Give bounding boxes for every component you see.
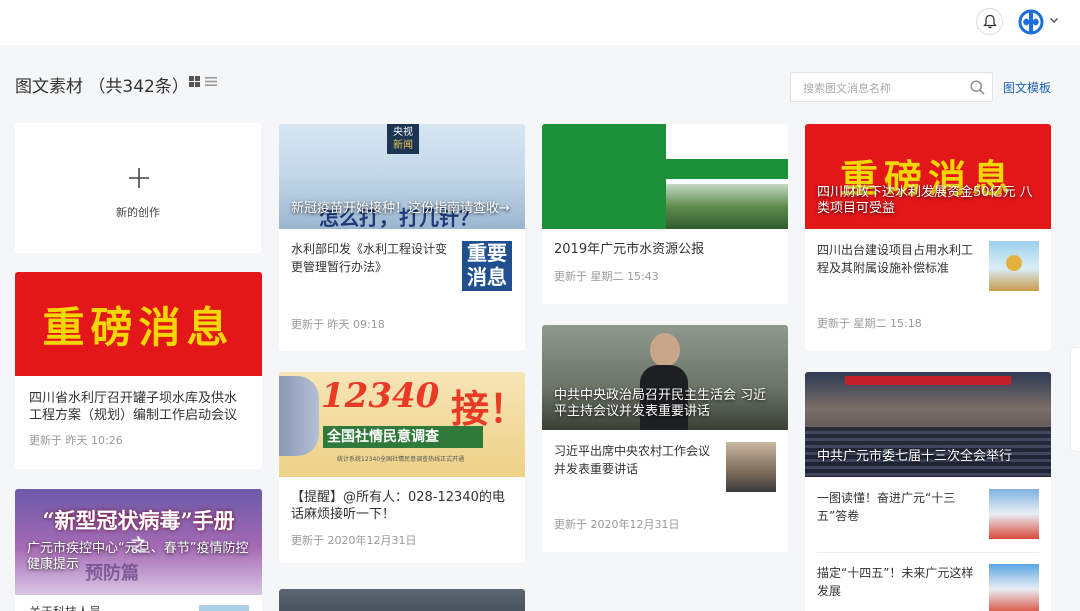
article-cover: 重磅消息 四川财政下达水利发展资金50亿元 八类项目可受益 bbox=[805, 124, 1051, 229]
article-cover bbox=[279, 589, 525, 611]
update-time: 更新于 星期二 15:43 bbox=[554, 270, 659, 283]
news-badge: 央视 新闻 bbox=[387, 124, 419, 154]
top-bar bbox=[0, 0, 1080, 45]
search-input[interactable] bbox=[803, 79, 963, 97]
article-card[interactable]: 重磅消息 四川省水利厅召开罐子坝水库及供水工程方案（规划）编制工作启动会议 更新… bbox=[15, 272, 262, 469]
phone-image bbox=[279, 376, 319, 456]
side-scroll-tab[interactable] bbox=[1070, 347, 1080, 452]
article-sub-title: 水利部印发《水利工程设计变更管理暂行办法》 bbox=[291, 242, 448, 274]
cover-text: 统计系统12340全国社情民意调查热线正式开通 bbox=[337, 456, 465, 463]
divider bbox=[817, 552, 1039, 553]
article-cover: 中共广元市委七届十三次全会举行 bbox=[805, 372, 1051, 477]
article-card[interactable]: 12340 接！ 全国社情民意调查 统计系统12340全国社情民意调查热线正式开… bbox=[279, 372, 525, 563]
article-cover: 央视 新闻 怎么打，打几针？ 新冠疫苗开始接种！这份指南请查收→ bbox=[279, 124, 525, 229]
article-card[interactable]: 2019年广元市水资源公报 更新于 星期二 15:43 bbox=[542, 124, 788, 304]
cover-text: 全国社情民意调查 bbox=[323, 426, 483, 448]
article-card[interactable] bbox=[279, 589, 525, 611]
thumb-text: 重要 bbox=[467, 241, 507, 265]
article-card[interactable]: 重磅消息 四川财政下达水利发展资金50亿元 八类项目可受益 四川出台建设项目占用… bbox=[805, 124, 1051, 351]
notification-bell-button[interactable] bbox=[976, 8, 1003, 35]
article-thumbnail bbox=[989, 564, 1039, 611]
cover-text: 12340 bbox=[321, 376, 440, 416]
article-cover: 重磅消息 bbox=[15, 272, 262, 376]
news-badge-line: 新闻 bbox=[393, 140, 413, 151]
search-icon[interactable] bbox=[970, 80, 985, 95]
new-creation-label: 新的创作 bbox=[116, 206, 160, 219]
article-cover: 12340 接！ 全国社情民意调查 统计系统12340全国社情民意调查热线正式开… bbox=[279, 372, 525, 477]
search-box bbox=[790, 72, 993, 102]
update-time: 更新于 2020年12月31日 bbox=[291, 534, 417, 547]
article-card[interactable]: “新型冠状病毒”手册 之 预防篇 广元市疾控中心“元旦、春节”疫情防控健康提示 … bbox=[15, 489, 262, 611]
cover-text: 接！ bbox=[451, 386, 525, 431]
article-card[interactable]: 中共广元市委七届十三次全会举行 一图读懂！奋进广元“十三五”答卷 描定“十四五”… bbox=[805, 372, 1051, 611]
cover-green-stripe bbox=[666, 159, 788, 179]
article-title: 中共中央政治局召开民主生活会 习近平主持会议并发表重要讲话 bbox=[554, 388, 767, 419]
cover-green-band bbox=[542, 124, 666, 229]
stage-banner bbox=[845, 376, 1011, 385]
article-title: 四川财政下达水利发展资金50亿元 八类项目可受益 bbox=[817, 185, 1033, 216]
template-link[interactable]: 图文模板 bbox=[1003, 79, 1051, 96]
plus-icon bbox=[129, 168, 149, 188]
article-title: 广元市疾控中心“元旦、春节”疫情防控健康提示 bbox=[27, 541, 249, 572]
article-card[interactable]: 央视 新闻 怎么打，打几针？ 新冠疫苗开始接种！这份指南请查收→ 水利部印发《水… bbox=[279, 124, 525, 351]
list-view-icon[interactable] bbox=[205, 76, 217, 87]
article-thumbnail: 重要 消息 bbox=[462, 241, 512, 291]
article-card[interactable]: 中共中央政治局召开民主生活会 习近平主持会议并发表重要讲话 习近平出席中央农村工… bbox=[542, 325, 788, 552]
article-title: 新冠疫苗开始接种！这份指南请查收→ bbox=[291, 201, 510, 216]
user-avatar[interactable] bbox=[1018, 9, 1044, 35]
article-sub-title: 一图读懂！奋进广元“十三五”答卷 bbox=[817, 491, 956, 523]
update-time: 更新于 星期二 15:18 bbox=[817, 317, 922, 330]
update-time: 更新于 昨天 09:18 bbox=[291, 318, 385, 331]
article-cover: 中共中央政治局召开民主生活会 习近平主持会议并发表重要讲话 bbox=[542, 325, 788, 430]
update-time: 更新于 昨天 10:26 bbox=[29, 434, 123, 447]
article-sub-title: 四川出台建设项目占用水利工程及其附属设施补偿标准 bbox=[817, 243, 974, 275]
bell-icon bbox=[982, 14, 997, 29]
article-sub-title: 习近平出席中央农村工作会议并发表重要讲话 bbox=[554, 444, 711, 476]
update-time: 更新于 2020年12月31日 bbox=[554, 518, 680, 531]
new-creation-card[interactable]: 新的创作 bbox=[15, 123, 261, 253]
chevron-down-icon[interactable] bbox=[1048, 14, 1060, 26]
cover-landscape bbox=[666, 184, 788, 229]
article-cover: “新型冠状病毒”手册 之 预防篇 广元市疾控中心“元旦、春节”疫情防控健康提示 bbox=[15, 489, 262, 595]
article-title: 四川省水利厅召开罐子坝水库及供水工程方案（规划）编制工作启动会议 bbox=[29, 391, 238, 423]
article-cover bbox=[542, 124, 788, 229]
brand-logo-icon bbox=[1018, 9, 1044, 35]
article-title: 【提醒】@所有人：028-12340的电话麻烦接听一下！ bbox=[291, 490, 505, 522]
article-thumbnail bbox=[989, 489, 1039, 539]
article-thumbnail bbox=[726, 442, 776, 492]
headline-banner-image: 重磅消息 bbox=[15, 272, 262, 376]
view-toggle bbox=[189, 76, 217, 87]
article-thumbnail bbox=[989, 241, 1039, 291]
news-badge-line: 央视 bbox=[393, 127, 413, 138]
article-title: 中共广元市委七届十三次全会举行 bbox=[817, 449, 1013, 464]
banner-text: 重磅消息 bbox=[42, 302, 235, 352]
article-sub-title: 描定“十四五”！未来广元这样发展 bbox=[817, 566, 974, 598]
article-title: 2019年广元市水资源公报 bbox=[554, 242, 705, 257]
page-title: 图文素材 （共342条） bbox=[15, 77, 189, 97]
grid-view-icon[interactable] bbox=[189, 76, 200, 87]
article-thumbnail bbox=[199, 605, 249, 611]
thumb-text: 消息 bbox=[467, 265, 507, 289]
article-sub-title: 关于科技人员… bbox=[29, 603, 189, 611]
